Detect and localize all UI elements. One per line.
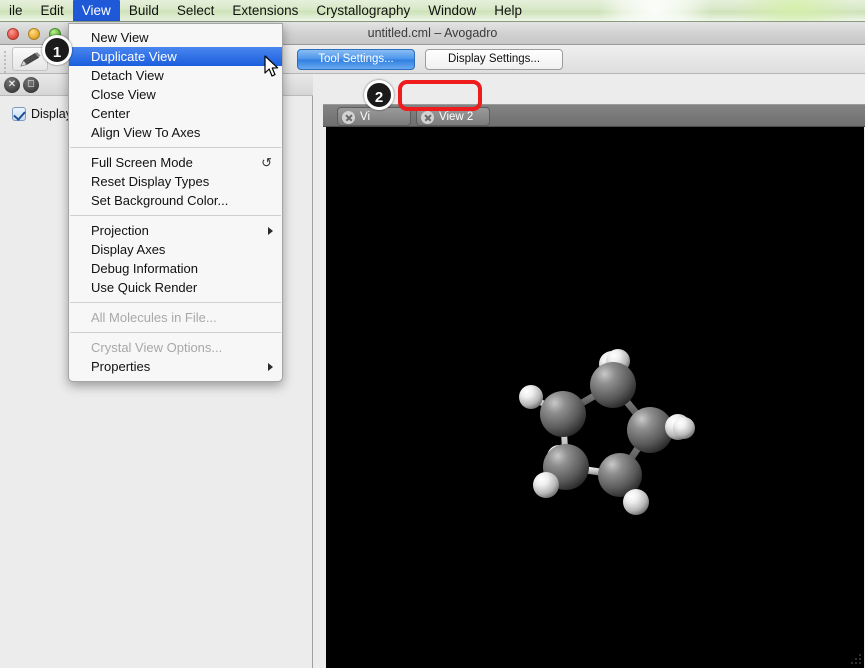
- menu-item-debug-information[interactable]: Debug Information: [69, 259, 282, 278]
- menu-separator: [70, 215, 281, 216]
- molecule-carbon-atoms: [540, 362, 673, 497]
- pencil-icon: [20, 52, 42, 68]
- menu-item-reset-display-types[interactable]: Reset Display Types: [69, 172, 282, 191]
- menu-item-full-screen-mode[interactable]: Full Screen Mode ↺: [69, 153, 282, 172]
- menu-item-properties-label: Properties: [91, 359, 150, 374]
- menu-item-new-view[interactable]: New View: [69, 28, 282, 47]
- display-checkbox-row[interactable]: Display: [12, 107, 72, 121]
- menu-separator: [70, 147, 281, 148]
- menu-item-center[interactable]: Center: [69, 104, 282, 123]
- menu-item-projection-label: Projection: [91, 223, 149, 238]
- display-checkbox-label: Display: [31, 107, 72, 121]
- view-dropdown-menu: New View Duplicate View Detach View Clos…: [68, 23, 283, 382]
- mouse-cursor-icon: [264, 55, 280, 79]
- menu-item-set-background-color[interactable]: Set Background Color...: [69, 191, 282, 210]
- menu-select[interactable]: Select: [168, 0, 224, 22]
- menu-separator: [70, 302, 281, 303]
- menu-item-all-molecules-in-file: All Molecules in File...: [69, 308, 282, 327]
- display-settings-button[interactable]: Display Settings...: [425, 49, 563, 70]
- tab-highlight-box: [398, 80, 482, 111]
- menu-item-projection[interactable]: Projection: [69, 221, 282, 240]
- tab-close-icon[interactable]: [342, 111, 355, 124]
- menu-item-duplicate-view[interactable]: Duplicate View: [69, 47, 282, 66]
- panel-detach-icon[interactable]: ⎕: [23, 77, 39, 93]
- menu-item-align-view-to-axes[interactable]: Align View To Axes: [69, 123, 282, 142]
- menu-file[interactable]: ile: [0, 0, 32, 22]
- view-area: Vi View 2: [314, 74, 865, 668]
- menu-build[interactable]: Build: [120, 0, 168, 22]
- menubar-glow-secondary: [735, 0, 855, 22]
- app-root: ile Edit View Build Select Extensions Cr…: [0, 0, 865, 668]
- menu-item-display-axes[interactable]: Display Axes: [69, 240, 282, 259]
- tool-settings-button[interactable]: Tool Settings...: [297, 49, 415, 70]
- submenu-arrow-icon: [268, 227, 273, 235]
- menu-edit[interactable]: Edit: [32, 0, 73, 22]
- menu-item-full-screen-mode-label: Full Screen Mode: [91, 155, 193, 170]
- menu-item-use-quick-render[interactable]: Use Quick Render: [69, 278, 282, 297]
- tab-view-2-label: View 2: [439, 111, 473, 123]
- window-resize-grip[interactable]: [851, 654, 863, 666]
- menu-item-close-view[interactable]: Close View: [69, 85, 282, 104]
- menu-crystallography[interactable]: Crystallography: [307, 0, 419, 22]
- tab-view-1[interactable]: Vi: [337, 107, 411, 126]
- menu-help[interactable]: Help: [485, 0, 531, 22]
- menu-item-properties[interactable]: Properties: [69, 357, 282, 376]
- annotation-badge-2: 2: [364, 80, 394, 110]
- molecule-render-canvas[interactable]: [326, 127, 864, 668]
- submenu-arrow-icon: [268, 363, 273, 371]
- toolbar-drag-grip[interactable]: [3, 49, 9, 69]
- menu-item-crystal-view-options: Crystal View Options...: [69, 338, 282, 357]
- menu-separator: [70, 332, 281, 333]
- menu-view[interactable]: View: [73, 0, 120, 22]
- menu-window[interactable]: Window: [419, 0, 485, 22]
- menu-item-detach-view[interactable]: Detach View: [69, 66, 282, 85]
- tab-close-icon[interactable]: [421, 111, 434, 124]
- menubar-glow: [600, 0, 710, 22]
- tab-view-1-label: Vi: [360, 111, 370, 123]
- panel-close-icon[interactable]: ✕: [4, 77, 20, 93]
- menu-extensions[interactable]: Extensions: [223, 0, 307, 22]
- molecule-cyclopentane: [326, 127, 864, 668]
- annotation-badge-1: 1: [42, 35, 72, 65]
- display-checkbox[interactable]: [12, 107, 26, 121]
- os-menu-bar: ile Edit View Build Select Extensions Cr…: [0, 0, 865, 22]
- full-screen-shortcut-icon: ↺: [261, 153, 272, 172]
